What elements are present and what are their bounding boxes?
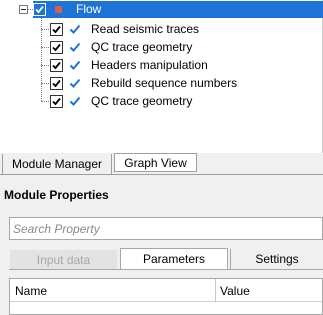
tree-item-row[interactable]: Read seismic traces: [50, 21, 323, 38]
tab-module-manager[interactable]: Module Manager: [2, 154, 112, 175]
tree-item-checkbox[interactable]: [50, 77, 63, 90]
enabled-tick-icon: [69, 42, 81, 52]
tree-connector: [41, 65, 49, 66]
tree-item-row[interactable]: QC trace geometry: [50, 93, 323, 110]
properties-tab-strip: Input data Parameters Settings: [9, 248, 323, 270]
tree-item-checkbox[interactable]: [50, 41, 63, 54]
tree-item-checkbox[interactable]: [50, 23, 63, 36]
tree-connector: [41, 47, 49, 48]
module-properties-title: Module Properties: [4, 188, 109, 202]
search-property-input[interactable]: [13, 221, 313, 237]
tree-item-label: QC trace geometry: [91, 94, 193, 108]
tree-item-label: Rebuild sequence numbers: [91, 76, 238, 90]
flow-tree-panel: Flow Read seismic traces QC trace geomet…: [0, 0, 323, 153]
tree-item-checkbox[interactable]: [50, 59, 63, 72]
tree-item-checkbox[interactable]: [50, 95, 63, 108]
check-mark-icon: [52, 25, 61, 34]
check-mark-icon: [52, 97, 61, 106]
collapse-toggle-icon[interactable]: [19, 5, 28, 14]
tree-connector: [41, 83, 49, 84]
tree-root-flow-row[interactable]: Flow: [33, 1, 323, 18]
column-header-name[interactable]: Name: [15, 284, 47, 298]
column-divider[interactable]: [215, 279, 216, 302]
check-mark-icon: [52, 43, 61, 52]
enabled-tick-icon: [69, 60, 81, 70]
tree-connector: [41, 101, 49, 102]
flow-checkbox[interactable]: [33, 3, 46, 16]
flow-square-icon: [55, 6, 62, 13]
tab-parameters[interactable]: Parameters: [120, 248, 228, 269]
tree-root-label: Flow: [76, 2, 102, 16]
property-grid-header: Name Value: [10, 279, 322, 302]
panel-tab-strip: Module Manager Graph View: [0, 153, 323, 176]
column-header-value[interactable]: Value: [220, 284, 250, 298]
property-grid[interactable]: Name Value: [9, 278, 323, 315]
tree-item-row[interactable]: Rebuild sequence numbers: [50, 75, 323, 92]
check-mark-icon: [35, 5, 44, 14]
properties-tab-baseline: [9, 269, 323, 270]
tree-item-row[interactable]: QC trace geometry: [50, 39, 323, 56]
tree-connector: [41, 29, 49, 30]
tab-input-data[interactable]: Input data: [10, 250, 117, 269]
enabled-tick-icon: [69, 24, 81, 34]
tree-item-label: Read seismic traces: [91, 22, 200, 36]
search-property-box[interactable]: [9, 217, 323, 240]
check-mark-icon: [52, 61, 61, 70]
tree-item-label: Headers manipulation: [91, 58, 208, 72]
tree-item-row[interactable]: Headers manipulation: [50, 57, 323, 74]
tab-graph-view[interactable]: Graph View: [114, 153, 197, 172]
tab-settings[interactable]: Settings: [230, 249, 323, 269]
enabled-tick-icon: [69, 78, 81, 88]
tree-item-label: QC trace geometry: [91, 40, 193, 54]
enabled-tick-icon: [69, 96, 81, 106]
check-mark-icon: [52, 79, 61, 88]
tree-connector: [41, 18, 42, 101]
